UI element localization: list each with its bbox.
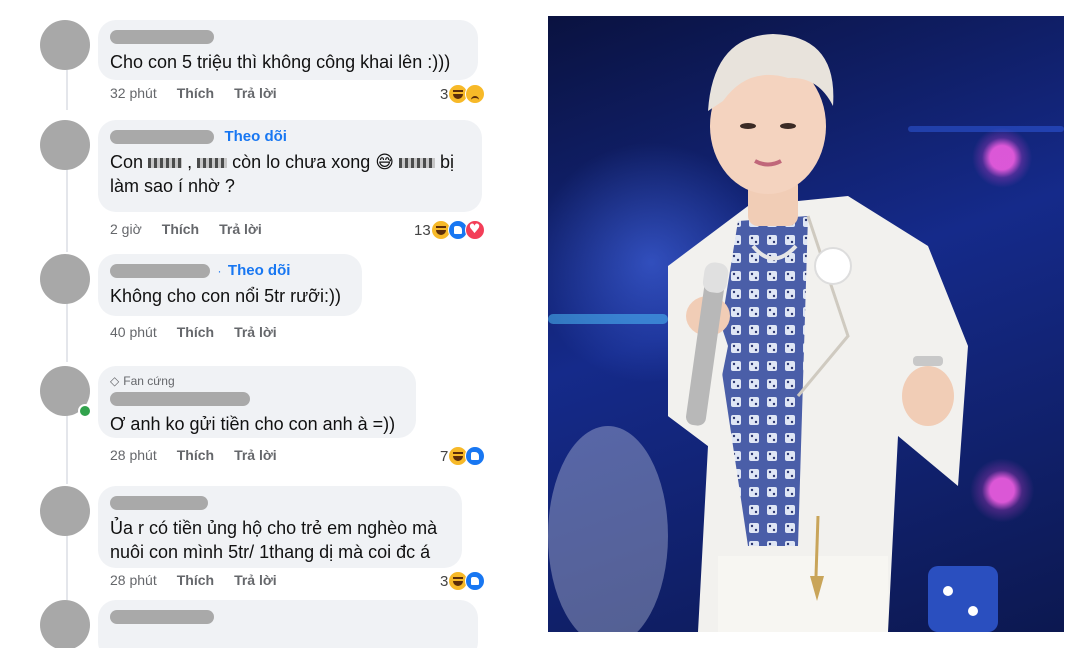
reply-button[interactable]: Trả lời	[219, 221, 262, 237]
reaction-count: 3	[440, 85, 449, 103]
comment-time[interactable]: 2 giờ	[110, 221, 142, 237]
comment-time[interactable]: 32 phút	[110, 85, 157, 101]
like-button[interactable]: Thích	[162, 221, 199, 237]
comment-text-line: nuôi con mình 5tr/ 1thang dị mà coi đc á	[110, 542, 431, 562]
comment-bubble: Cho con 5 triệu thì không công khai lên …	[98, 20, 478, 80]
comment-actions: 2 giờ Thích Trả lời	[110, 221, 262, 237]
like-button[interactable]: Thích	[177, 447, 214, 463]
separator-dot: ·	[217, 263, 222, 278]
reaction-count: 3	[440, 572, 449, 590]
concert-photo	[548, 16, 1064, 632]
comment-text-part: Con	[110, 152, 144, 172]
commenter-name-redacted[interactable]	[110, 495, 208, 510]
comment-bubble: Theo dõi Con , còn lo chưa xong 😅 bị làm…	[98, 120, 482, 212]
comment-text: Ơ anh ko gửi tiền cho con anh à =))	[110, 414, 396, 434]
reply-button[interactable]: Trả lời	[234, 572, 277, 588]
follow-link[interactable]: Theo dõi	[228, 262, 291, 279]
redacted-name	[148, 158, 183, 169]
follow-link[interactable]: Theo dõi	[224, 128, 287, 145]
comment-time[interactable]: 28 phút	[110, 572, 157, 588]
comment-actions: 32 phút Thích Trả lời	[110, 85, 277, 101]
diamond-icon: ◇	[110, 374, 120, 388]
comment-text: Cho con 5 triệu thì không công khai lên …	[110, 52, 451, 72]
like-button[interactable]: Thích	[177, 85, 214, 101]
commenter-name-redacted[interactable]	[110, 609, 214, 624]
avatar[interactable]	[40, 254, 90, 304]
reaction-count: 13	[414, 221, 431, 239]
comments-panel: Cho con 5 triệu thì không công khai lên …	[0, 0, 540, 648]
reaction-summary[interactable]: 3	[440, 84, 486, 104]
like-reaction-icon	[465, 571, 486, 591]
comment-text-line: làm sao í nhờ ?	[110, 176, 235, 196]
reaction-summary[interactable]: 13	[414, 220, 485, 240]
redacted-name	[197, 158, 228, 169]
comment-actions: 40 phút Thích Trả lời	[110, 324, 277, 340]
fan-badge[interactable]: ◇ Fan cứng	[110, 374, 404, 388]
reaction-summary[interactable]: 3	[440, 571, 486, 591]
commenter-name-redacted[interactable]	[110, 391, 250, 406]
commenter-name-redacted[interactable]	[110, 263, 210, 278]
comment-bubble: · Theo dõi Không cho con nổi 5tr rưỡi:))	[98, 254, 362, 316]
reaction-summary[interactable]: 7	[440, 446, 486, 466]
comment-bubble: ◇ Fan cứng Ơ anh ko gửi tiền cho con anh…	[98, 366, 416, 438]
avatar[interactable]	[40, 600, 90, 648]
comment-text-part: còn lo chưa xong 😅	[232, 152, 395, 172]
reply-button[interactable]: Trả lời	[234, 85, 277, 101]
comment-actions: 28 phút Thích Trả lời	[110, 447, 277, 463]
commenter-name-redacted[interactable]	[110, 129, 214, 144]
comment-time[interactable]: 28 phút	[110, 447, 157, 463]
online-status-dot	[78, 404, 92, 418]
avatar[interactable]	[40, 120, 90, 170]
comment-text-line: Ủa r có tiền ủng hộ cho trẻ em nghèo mà	[110, 518, 438, 538]
thread-line	[66, 412, 68, 484]
comment-bubble: Ủa r có tiền ủng hộ cho trẻ em nghèo mà …	[98, 486, 462, 568]
reply-button[interactable]: Trả lời	[234, 324, 277, 340]
performer-illustration	[548, 34, 1064, 632]
like-reaction-icon	[465, 446, 486, 466]
comment-text: Không cho con nổi 5tr rưỡi:))	[110, 286, 341, 306]
comment-time[interactable]: 40 phút	[110, 324, 157, 340]
comment-text: Con , còn lo chưa xong 😅 bị	[110, 150, 470, 174]
commenter-name-redacted[interactable]	[110, 29, 214, 44]
redacted-name	[399, 158, 436, 169]
avatar[interactable]	[40, 486, 90, 536]
thread-line	[66, 168, 68, 252]
avatar[interactable]	[40, 20, 90, 70]
thread-line	[66, 70, 68, 110]
thread-line	[66, 300, 68, 362]
love-reaction-icon	[464, 220, 485, 240]
comment-actions: 28 phút Thích Trả lời	[110, 572, 277, 588]
comment-bubble	[98, 600, 478, 648]
comment-text-part: bị	[440, 152, 455, 172]
sad-reaction-icon	[465, 84, 486, 104]
like-button[interactable]: Thích	[177, 572, 214, 588]
reply-button[interactable]: Trả lời	[234, 447, 277, 463]
thread-line	[66, 534, 68, 600]
reaction-count: 7	[440, 447, 449, 465]
fan-badge-label: Fan cứng	[123, 374, 175, 388]
comment-text-part: ,	[187, 152, 193, 172]
like-button[interactable]: Thích	[177, 324, 214, 340]
